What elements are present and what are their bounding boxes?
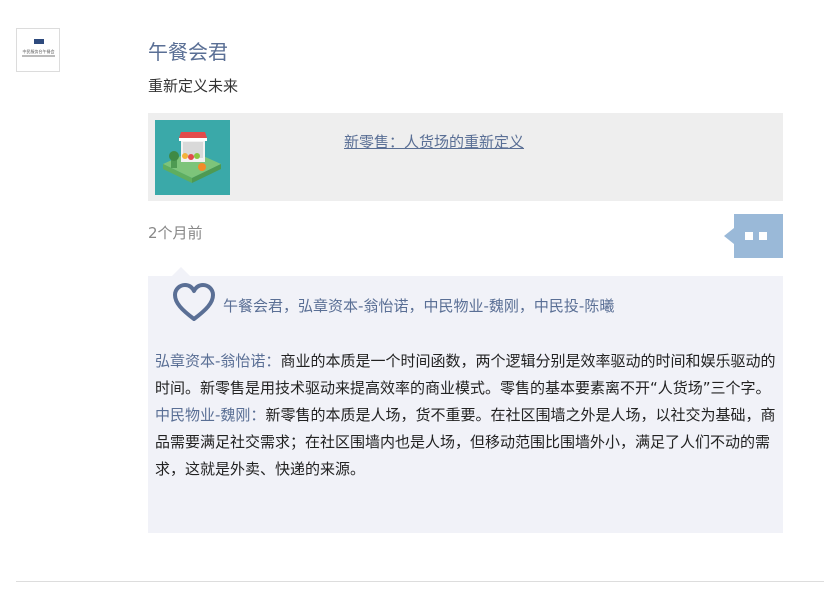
liker-name[interactable]: 午餐会君 — [223, 297, 283, 315]
divider — [16, 581, 824, 582]
comment-list: 弘章资本-翁怡诺：商业的本质是一个时间函数，两个逻辑分别是效率驱动的时间和娱乐驱… — [155, 348, 779, 483]
comment-bubble-icon — [724, 214, 783, 258]
liker-separator: ， — [518, 297, 534, 315]
commenter-name[interactable]: 弘章资本-翁怡诺 — [155, 352, 265, 370]
post-text: 重新定义未来 — [148, 77, 239, 95]
logo-mark — [34, 39, 44, 44]
liked-by-list: 午餐会君，弘章资本-翁怡诺，中民物业-魏刚，中民投-陈曦 — [223, 295, 614, 316]
commenter-name[interactable]: 中民物业-魏刚 — [155, 406, 250, 424]
article-thumbnail — [155, 120, 230, 195]
avatar[interactable]: 中民服务台午餐会 — [16, 28, 60, 72]
liker-name[interactable]: 中民投-陈曦 — [534, 297, 614, 315]
liker-name[interactable]: 弘章资本-翁怡诺 — [298, 297, 408, 315]
liker-name[interactable]: 中民物业-魏刚 — [423, 297, 518, 315]
liker-separator: ， — [283, 297, 299, 315]
author-name[interactable]: 午餐会君 — [148, 36, 228, 65]
panel-pointer — [172, 267, 190, 276]
likes-and-comments-panel: 午餐会君，弘章资本-翁怡诺，中民物业-魏刚，中民投-陈曦 弘章资本-翁怡诺：商业… — [148, 267, 783, 533]
avatar-logo-text: 中民服务台午餐会 — [22, 49, 55, 54]
comment-item: 弘章资本-翁怡诺：商业的本质是一个时间函数，两个逻辑分别是效率驱动的时间和娱乐驱… — [155, 348, 779, 402]
comment-colon: ： — [250, 406, 266, 424]
shared-article-title-link[interactable]: 新零售：人货场的重新定义 — [344, 131, 524, 152]
liker-separator: ， — [408, 297, 424, 315]
comment-item: 中民物业-魏刚：新零售的本质是人场，货不重要。在社区围墙之外是人场，以社交为基础… — [155, 402, 779, 483]
comment-button[interactable] — [724, 214, 783, 258]
avatar-logo-subline — [22, 55, 55, 57]
heart-outline-icon — [173, 283, 215, 321]
post-timestamp: 2个月前 — [148, 224, 203, 242]
shared-article-card[interactable]: 新零售：人货场的重新定义 — [148, 113, 783, 201]
comment-colon: ： — [265, 352, 281, 370]
